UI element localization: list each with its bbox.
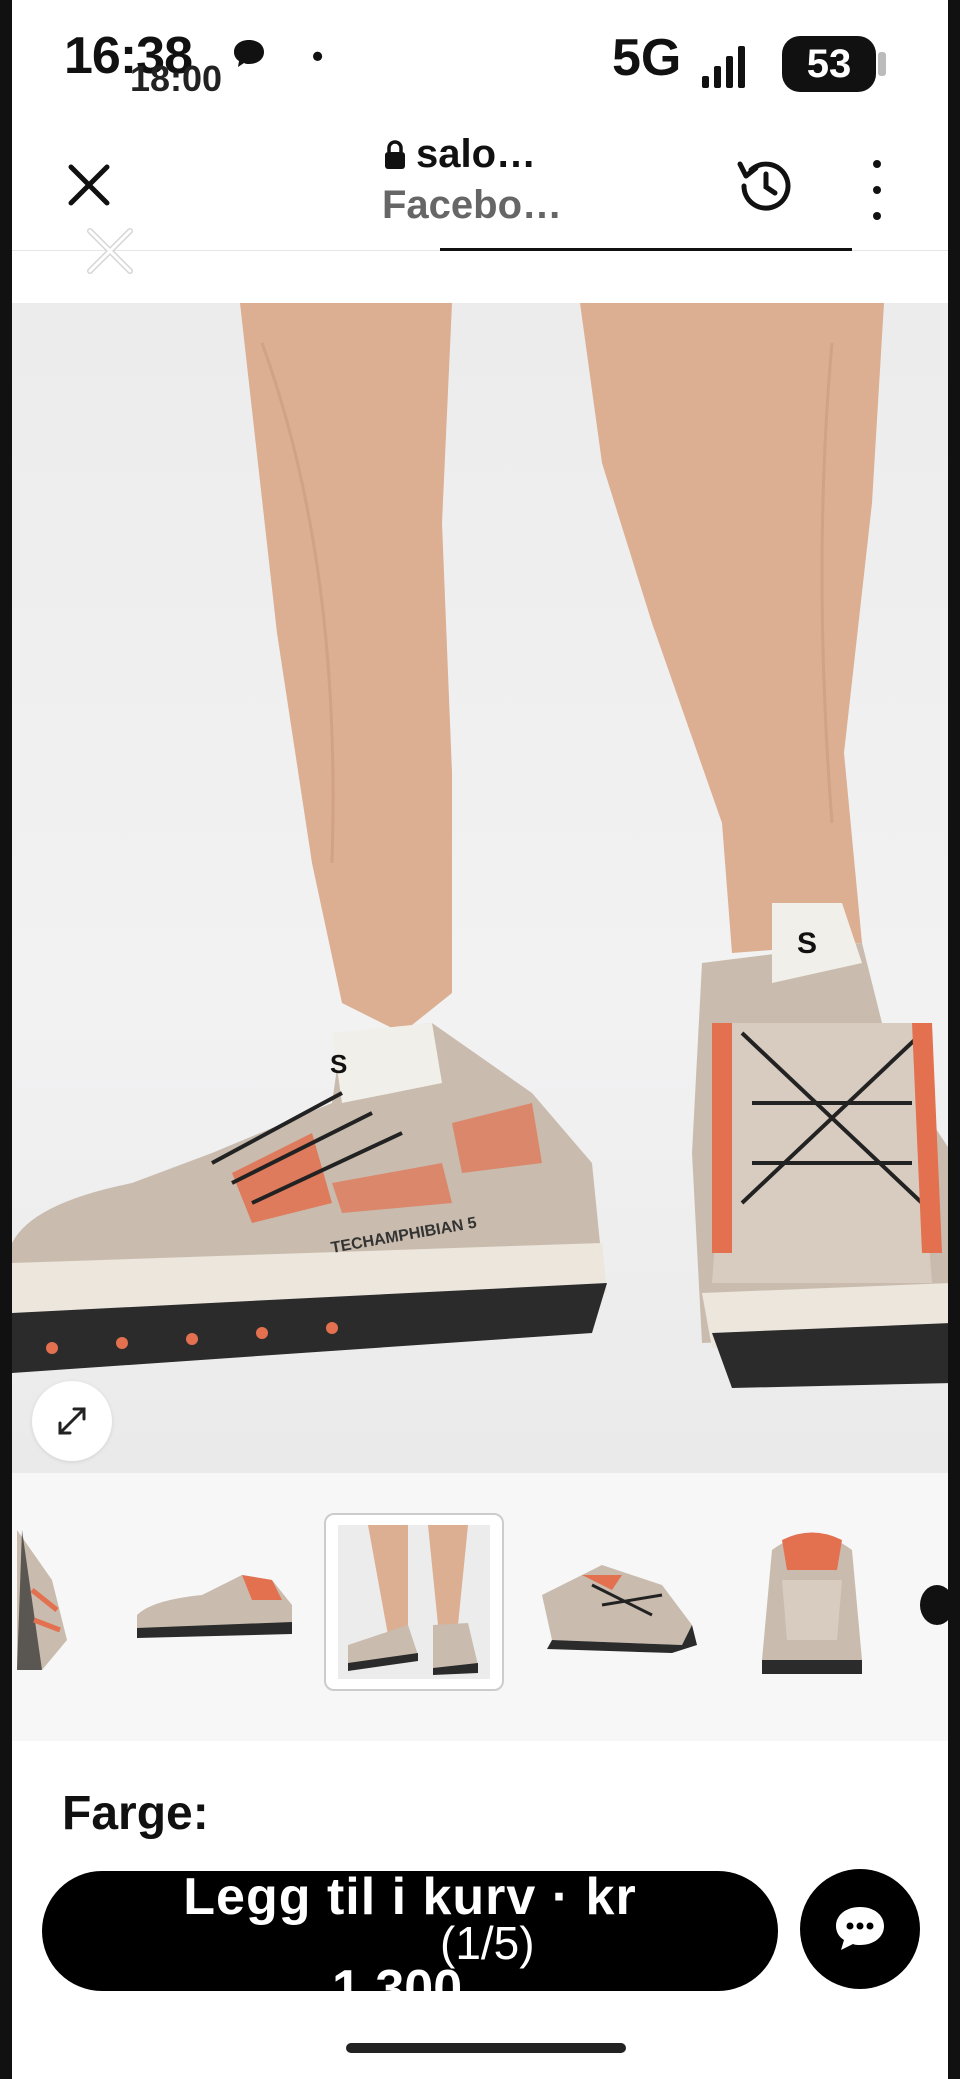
- more-options-button[interactable]: [862, 160, 892, 220]
- chat-button[interactable]: [800, 1869, 920, 1989]
- overlay-close-icon[interactable]: [80, 221, 140, 281]
- shoe-brand-mark: S: [330, 1049, 347, 1079]
- left-shoe-graphic: TECHAMPHIBIAN 5 S: [12, 1023, 607, 1373]
- thumbnail-item[interactable]: [132, 1513, 302, 1687]
- thumbnail-item[interactable]: [532, 1513, 702, 1687]
- signal-icon: [702, 44, 750, 88]
- status-time-overlay: 18:00: [130, 58, 223, 99]
- messenger-icon: [232, 38, 266, 68]
- lock-icon: [385, 139, 405, 169]
- url-line: salo…: [382, 132, 682, 177]
- add-to-cart-button[interactable]: Legg til i kurv · kr 1 300: [42, 1871, 778, 1991]
- status-dot: •: [312, 38, 324, 74]
- battery-indicator: 53: [782, 36, 876, 92]
- page-content: TECHAMPHIBIAN 5 S S Farge: Legg til i ku…: [12, 228, 954, 2079]
- url-text: salo…: [416, 132, 537, 176]
- more-dot-icon: [873, 212, 881, 220]
- thumb-side-partial: [17, 1530, 67, 1670]
- expand-image-button[interactable]: [32, 1381, 112, 1461]
- chat-bubble-icon: [836, 1907, 884, 1950]
- thumbnail-item[interactable]: [742, 1513, 882, 1687]
- close-icon: [68, 164, 110, 206]
- close-button[interactable]: [54, 150, 124, 220]
- thumb-rear-view: [762, 1532, 862, 1674]
- thumbnail-item[interactable]: [12, 1513, 72, 1687]
- history-button[interactable]: [732, 152, 800, 220]
- status-bar: 16:38 18:00 • 5G 53: [12, 0, 948, 120]
- home-indicator[interactable]: [346, 2043, 626, 2053]
- site-subtitle: Facebo…: [382, 183, 563, 227]
- color-label: Farge:: [62, 1787, 209, 1840]
- battery-tip-icon: [878, 52, 886, 76]
- history-icon: [737, 161, 791, 211]
- screen-frame-left: [0, 0, 12, 2079]
- product-photo: TECHAMPHIBIAN 5 S S: [12, 303, 948, 1388]
- thumb-side-profile: [137, 1575, 292, 1638]
- thumbnail-strip: [12, 1473, 954, 1741]
- screen-frame-right: [948, 0, 960, 2079]
- product-hero-image[interactable]: TECHAMPHIBIAN 5 S S: [12, 303, 948, 1473]
- browser-toolbar: salo… Facebo…: [12, 120, 948, 253]
- address-area[interactable]: salo… Facebo…: [382, 132, 682, 228]
- thumb-top-angle: [542, 1565, 697, 1653]
- thumb-worn-legs: [338, 1525, 490, 1679]
- more-dot-icon: [873, 186, 881, 194]
- image-counter: (1/5): [440, 1917, 535, 1969]
- more-dot-icon: [873, 160, 881, 168]
- add-to-cart-label: Legg til i kurv · kr: [183, 1871, 637, 1926]
- thumbnail-scroll-edge: [920, 1585, 954, 1625]
- network-type: 5G: [612, 29, 682, 87]
- svg-text:S: S: [797, 927, 817, 960]
- right-shoe-graphic: S: [692, 903, 948, 1388]
- thumbnail-item-active[interactable]: [324, 1513, 504, 1691]
- expand-icon: [58, 1407, 86, 1435]
